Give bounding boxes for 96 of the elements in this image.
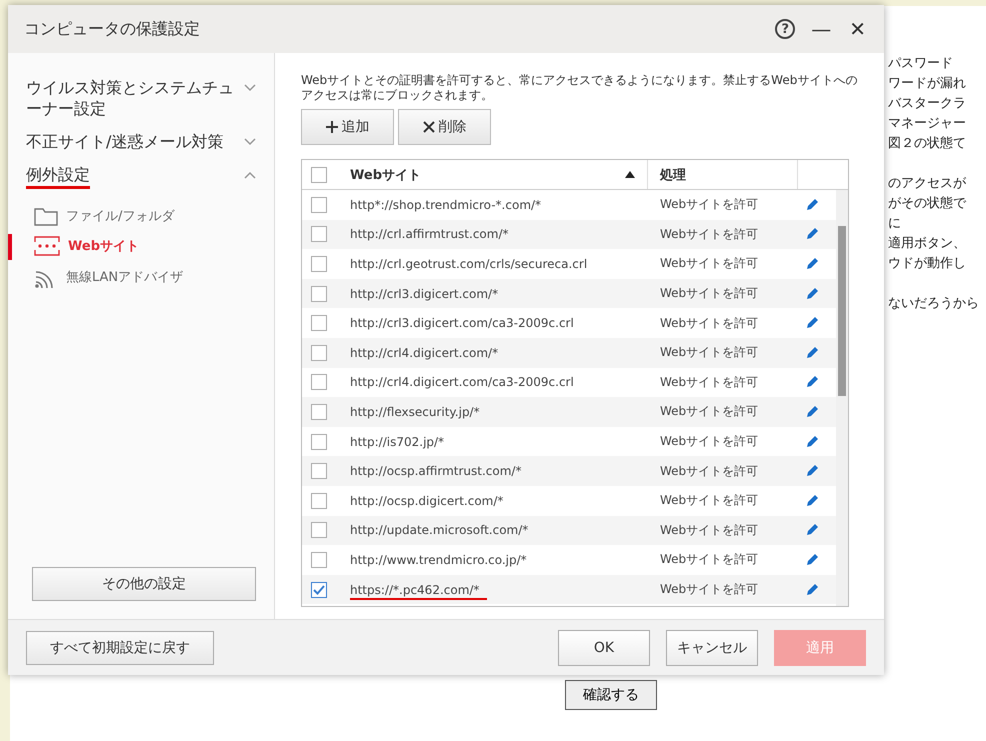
document-text: ウドが動作し [888,255,967,273]
table-cell: Webサイトを許可 [660,345,758,360]
checkbox[interactable] [311,463,327,480]
help-button[interactable]: ? [775,19,796,39]
chevron-icon[interactable] [244,138,256,146]
table-cell-text: http://www.trendmicro.co.jp/* [350,552,528,569]
edit-pencil-icon[interactable] [805,552,819,567]
table-cell: Webサイトを許可 [660,493,758,508]
description-text: Webサイトとその証明書を許可すると、常にアクセスできるようになります。禁止するWebサイトへのアクセスは常にブロックされます。 [301,73,858,103]
window-title: コンピュータの保護設定 [24,18,201,40]
table-cell-text: http*://shop.trendmicro-*.com/* [350,198,542,214]
sidebar-section[interactable]: ウイルス対策とシステムチューナー設定 [26,77,240,119]
plus-icon [326,121,338,133]
edit-pencil-icon[interactable] [805,434,819,449]
table-cell: Webサイトを許可 [660,434,758,448]
table-cell-text: http://update.microsoft.com/* [350,523,530,540]
table-cell: Webサイトを許可 [660,256,758,270]
document-text: 適用ボタン、 [888,235,967,253]
scrollbar[interactable] [836,190,848,606]
table-cell-text: http://ocsp.digicert.com/* [350,494,504,510]
table-cell-text: http://crl3.digicert.com/ca3-2009c.crl [350,316,575,332]
table-cell: Webサイトを許可 [660,522,758,537]
globe-web-icon [34,236,60,256]
column-header[interactable]: 処理 [648,160,798,189]
sidebar-item[interactable]: Webサイト [8,231,256,261]
checkbox[interactable] [311,226,327,242]
toolbar-button[interactable]: 削除 [398,109,491,145]
edit-pencil-icon[interactable] [805,346,819,360]
table-cell: Webサイトを許可 [660,197,758,212]
checkbox[interactable] [311,434,327,450]
table-cell: Webサイトを許可 [660,582,758,596]
close-button[interactable]: ✕ [847,17,868,41]
dialog-button[interactable]: キャンセル [666,630,758,666]
document-text: バスタークラ [888,95,967,113]
checkbox[interactable] [311,552,327,568]
edit-pencil-icon[interactable] [805,582,819,597]
edit-pencil-icon[interactable] [805,286,819,301]
document-text: 図２の状態て [888,135,967,153]
checkbox[interactable] [311,344,327,361]
document-text: ワードが漏れ [888,75,967,93]
table-cell-text: http://crl.geotrust.com/crls/secureca.crl [350,256,588,273]
edit-pencil-icon[interactable] [805,316,819,330]
document-text: に [888,215,902,233]
reset-button[interactable]: すべて初期設定に戻す [26,630,214,664]
edit-pencil-icon[interactable] [805,404,819,419]
document-text: パスワード [888,55,954,73]
table-cell: https://*.pc462.com/* [350,582,488,600]
table-cell-text: http://crl4.digicert.com/ca3-2009c.crl [350,375,575,392]
checkbox[interactable] [311,492,327,509]
dialog-button[interactable]: OK [558,630,650,666]
table-cell-text: http://is702.jp/* [350,434,446,451]
sidebar-item[interactable]: ファイル/フォルダ [8,201,256,231]
edit-pencil-icon[interactable] [805,464,819,478]
other-settings-button[interactable]: その他の設定 [32,567,256,601]
table-cell: Webサイトを許可 [660,464,758,478]
edit-pencil-icon[interactable] [805,198,819,212]
confirm-button[interactable]: 確認する [565,680,657,710]
edit-pencil-icon[interactable] [805,494,819,508]
table-cell: Webサイトを許可 [660,374,758,389]
checkbox[interactable] [311,374,327,390]
checkbox[interactable] [311,582,327,598]
table-cell: Webサイトを許可 [660,404,758,418]
document-text: マネージャー [888,115,967,133]
minimize-button[interactable]: — [809,17,834,41]
sidebar-section[interactable]: 不正サイト/迷惑メール対策 [26,131,240,152]
chevron-icon[interactable] [244,84,256,92]
edit-pencil-icon[interactable] [805,523,819,538]
checkbox[interactable] [311,256,327,272]
sidebar-section[interactable]: 例外設定 [26,164,90,189]
checkbox[interactable] [311,315,327,332]
table-cell-text: http://ocsp.affirmtrust.com/* [350,464,522,480]
table-cell-text: http://crl.affirmtrust.com/* [350,227,510,244]
edit-pencil-icon[interactable] [805,375,819,390]
document-text: ないだろうから [888,295,980,313]
toolbar-button[interactable]: 追加 [301,109,394,145]
document-text: のアクセスが [888,175,967,193]
table-cell: Webサイトを許可 [660,286,758,300]
checkbox[interactable] [311,404,327,420]
checkbox[interactable] [311,166,327,182]
table-cell: Webサイトを許可 [660,316,758,330]
folder-icon [34,206,58,226]
checkbox[interactable] [311,522,327,538]
sidebar-item[interactable]: 無線LANアドバイザ [8,261,256,293]
edit-pencil-icon[interactable] [805,256,819,271]
edit-pencil-icon[interactable] [805,227,819,242]
close-icon [422,121,434,133]
document-text: がその状態で [888,195,968,213]
table-cell-text: http://crl4.digicert.com/* [350,346,500,362]
table-cell-text: http://flexsecurity.jp/* [350,404,481,421]
table-cell: Webサイトを許可 [660,552,758,566]
table-cell: Webサイトを許可 [660,226,758,241]
checkbox[interactable] [311,286,327,302]
table-cell-text: http://crl3.digicert.com/* [350,286,500,303]
chevron-icon[interactable] [244,171,256,179]
column-header[interactable]: Webサイト [336,160,648,189]
checkbox[interactable] [311,196,327,213]
